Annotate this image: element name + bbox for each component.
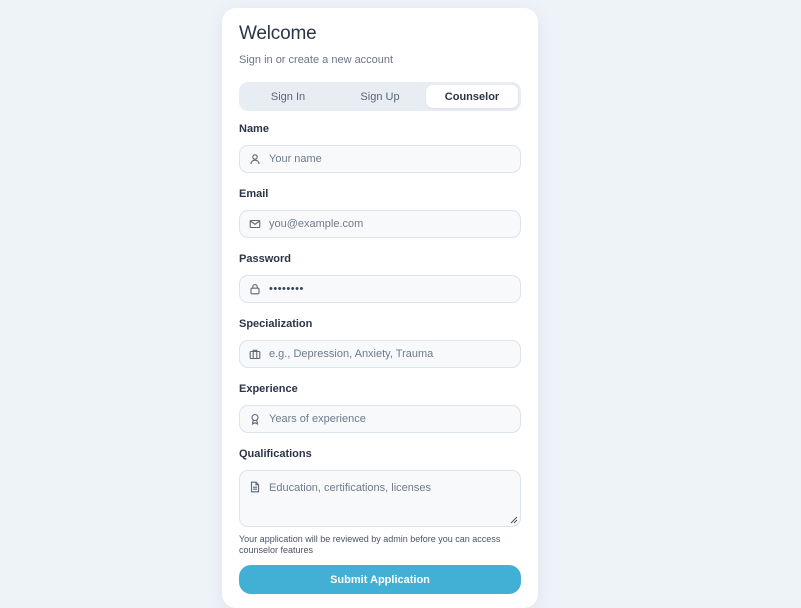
briefcase-icon <box>249 348 261 360</box>
qualifications-label: Qualifications <box>239 448 312 460</box>
mail-icon <box>249 218 261 230</box>
specialization-placeholder: e.g., Depression, Anxiety, Trauma <box>269 348 434 360</box>
resize-handle-icon[interactable] <box>510 516 518 524</box>
password-label: Password <box>239 253 291 265</box>
lock-icon <box>249 283 261 295</box>
email-placeholder: you@example.com <box>269 218 364 230</box>
email-field[interactable]: you@example.com <box>239 210 521 238</box>
name-field[interactable]: Your name <box>239 145 521 173</box>
page-title: Welcome <box>239 23 317 44</box>
name-placeholder: Your name <box>269 153 322 165</box>
experience-placeholder: Years of experience <box>269 413 366 425</box>
submit-application-button[interactable]: Submit Application <box>239 565 521 594</box>
qualifications-field[interactable]: Education, certifications, licenses <box>239 470 521 527</box>
award-icon <box>249 413 261 425</box>
experience-field[interactable]: Years of experience <box>239 405 521 433</box>
specialization-field[interactable]: e.g., Depression, Anxiety, Trauma <box>239 340 521 368</box>
tab-counselor[interactable]: Counselor <box>426 85 518 108</box>
email-label: Email <box>239 188 269 200</box>
tab-sign-up[interactable]: Sign Up <box>334 85 426 108</box>
password-field[interactable]: •••••••• <box>239 275 521 303</box>
page-subtitle: Sign in or create a new account <box>239 54 394 66</box>
qualifications-placeholder: Education, certifications, licenses <box>269 482 432 494</box>
password-value: •••••••• <box>269 283 304 295</box>
auth-tabs: Sign In Sign Up Counselor <box>239 82 521 111</box>
user-icon <box>249 153 261 165</box>
experience-label: Experience <box>239 383 298 395</box>
name-label: Name <box>239 123 269 135</box>
auth-card: Welcome Sign in or create a new account … <box>222 8 538 608</box>
tab-sign-in[interactable]: Sign In <box>242 85 334 108</box>
specialization-label: Specialization <box>239 318 313 330</box>
review-note: Your application will be reviewed by adm… <box>239 534 501 555</box>
document-icon <box>249 480 261 493</box>
